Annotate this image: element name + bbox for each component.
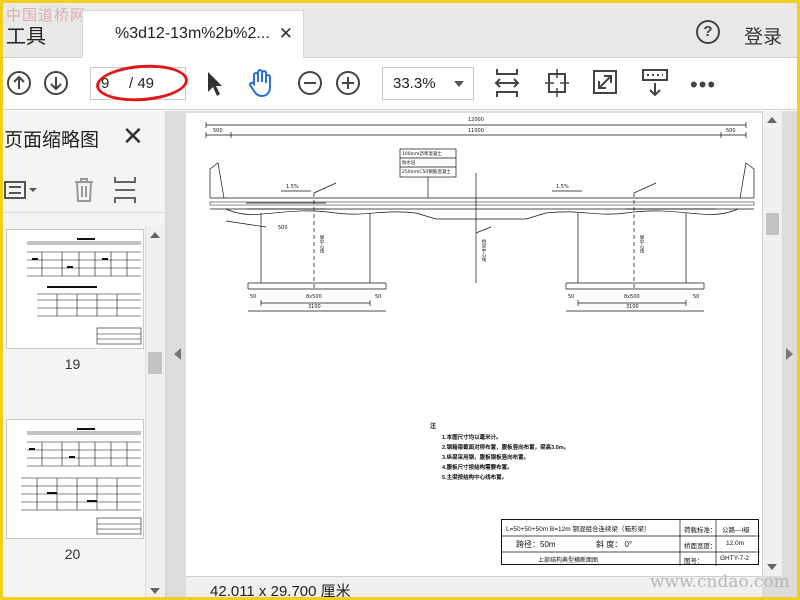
slope-left: 1.5% <box>286 184 299 190</box>
login-button[interactable]: 登录 <box>744 22 782 49</box>
width-label: 桥面宽度： <box>684 543 717 550</box>
base-50-a: 50 <box>250 294 257 300</box>
scroll-up-icon[interactable] <box>767 117 777 123</box>
zoom-value: 33.3% <box>393 75 436 92</box>
read-mode-icon[interactable] <box>641 68 669 98</box>
layer-label-3: 250mmC50钢筋混凝土 <box>402 170 451 175</box>
document-tab-title: %3d12-13m%2b%2... <box>115 25 270 42</box>
note-line: 5.主梁按结构中心线布置。 <box>442 475 508 481</box>
dimension-left: 500 <box>213 128 223 134</box>
select-cursor-icon[interactable] <box>204 70 224 98</box>
layer-label-1: 100mm沥青混凝土 <box>402 152 442 157</box>
title-skew: 斜 度： 0° <box>596 540 633 549</box>
document-scrollbar[interactable] <box>762 111 782 576</box>
cross-section-drawing <box>205 122 755 312</box>
thumbnail-panel-title: 页面缩略图 <box>4 130 100 151</box>
scrollbar-thumb[interactable] <box>766 213 779 235</box>
page-dimensions: 42.011 x 29.700 厘米 <box>210 583 351 600</box>
tab-bar: 中国道桥网 工具 %3d12-13m%2b%2... ✕ ? 登录 <box>0 0 800 58</box>
expand-right-panel-icon[interactable] <box>786 348 793 360</box>
document-tab[interactable]: %3d12-13m%2b%2... ✕ <box>82 10 304 58</box>
thumbnail-scrollbar[interactable] <box>145 226 164 600</box>
note-line: 1.本图尺寸均以毫米计。 <box>442 435 502 441</box>
delete-page-icon[interactable] <box>72 177 96 203</box>
full-screen-icon[interactable] <box>592 69 618 95</box>
dimension-mid: 11000 <box>468 128 484 134</box>
chevron-down-icon <box>454 81 464 87</box>
close-tab-icon[interactable]: ✕ <box>279 24 293 44</box>
base-50-b: 50 <box>375 294 382 300</box>
zoom-dropdown[interactable]: 33.3% <box>382 67 474 100</box>
pier-left-label: 8x500 <box>306 294 322 300</box>
scroll-up-icon[interactable] <box>150 232 160 238</box>
base-50-c: 50 <box>568 294 575 300</box>
title-span: 跨径：50m <box>516 540 556 549</box>
drawing-notes: 注 1.本图尺寸均以毫米计。 2.钢箱梁截面对称布置，腹板竖向布置，梁高3.0m… <box>430 421 750 501</box>
title-section: 上部结构典型横断面图 <box>538 558 599 564</box>
page-thumbnail-20[interactable] <box>6 419 144 539</box>
load-value: 公路—I级 <box>722 527 750 534</box>
base-right-label: 3100 <box>626 304 639 310</box>
thumbnail-panel: 页面缩略图 ✕ 19 20 <box>0 111 166 600</box>
load-label: 荷载标准： <box>684 527 717 534</box>
page-down-icon[interactable] <box>43 70 69 96</box>
note-line: 2.钢箱梁截面对称布置，腹板竖向布置，梁高3.0m。 <box>442 445 570 451</box>
more-options-icon[interactable]: ••• <box>690 72 716 98</box>
title-block: L=50+50+50m B=12m 钢混组合连续梁（箱形梁） 跨径：50m 斜 … <box>501 519 760 566</box>
zoom-out-icon[interactable] <box>297 70 323 96</box>
width-value: 12.0m <box>726 540 745 547</box>
collapse-panel-icon[interactable] <box>174 348 181 360</box>
tools-tab[interactable]: 工具 <box>6 20 46 49</box>
rotate-page-icon[interactable] <box>544 68 570 98</box>
dimension-right: 500 <box>726 128 736 134</box>
document-page[interactable]: 12000 11000 500 500 100mm沥青混凝土 防水层 250mm… <box>186 113 762 578</box>
main-toolbar: 9 / 49 33.3% ••• <box>0 58 800 110</box>
scroll-down-icon[interactable] <box>767 564 777 570</box>
pier-right-label: 8x500 <box>624 294 640 300</box>
close-panel-icon[interactable]: ✕ <box>122 121 144 152</box>
zoom-in-icon[interactable] <box>335 70 361 96</box>
thumbnail-tools <box>0 167 166 213</box>
title-project: L=50+50+50m B=12m 钢混组合连续梁（箱形梁） <box>506 526 651 533</box>
thumbnail-page-number: 19 <box>64 356 81 372</box>
page-up-icon[interactable] <box>6 70 32 96</box>
thumbnail-list: 19 20 <box>0 226 145 596</box>
thumbnail-options-icon[interactable] <box>4 179 38 201</box>
page-thumbnail-19[interactable] <box>6 229 144 349</box>
hand-tool-icon[interactable] <box>247 68 275 98</box>
note-line: 3.纵梁采用钢，腹板钢板竖向布置。 <box>442 455 530 461</box>
help-icon[interactable]: ? <box>696 20 720 44</box>
base-left-label: 3100 <box>308 304 321 310</box>
center-left: 墩中心线 <box>319 235 324 253</box>
layer-label-2: 防水层 <box>402 161 416 166</box>
scrollbar-thumb[interactable] <box>148 352 162 374</box>
dimension-total: 12000 <box>468 117 484 123</box>
drawing-no-value: GHTY-7-2 <box>720 555 750 562</box>
drawing-no-label: 图号： <box>684 558 704 565</box>
label-500: 500 <box>278 225 288 231</box>
base-50-d: 50 <box>693 294 700 300</box>
center-right: 墩中心线 <box>639 235 644 253</box>
center-mid: 桥梁中心线 <box>481 239 486 262</box>
slope-right: 1.5% <box>556 184 569 190</box>
insert-page-icon[interactable] <box>113 175 137 205</box>
note-line: 4.腹板尺寸按结构需要布置。 <box>442 465 513 471</box>
watermark-site: www.cndao.com <box>650 572 790 592</box>
notes-heading: 注 <box>430 424 437 430</box>
scroll-down-icon[interactable] <box>150 588 160 594</box>
thumbnail-page-number: 20 <box>64 546 81 562</box>
fit-page-icon[interactable] <box>494 67 520 99</box>
